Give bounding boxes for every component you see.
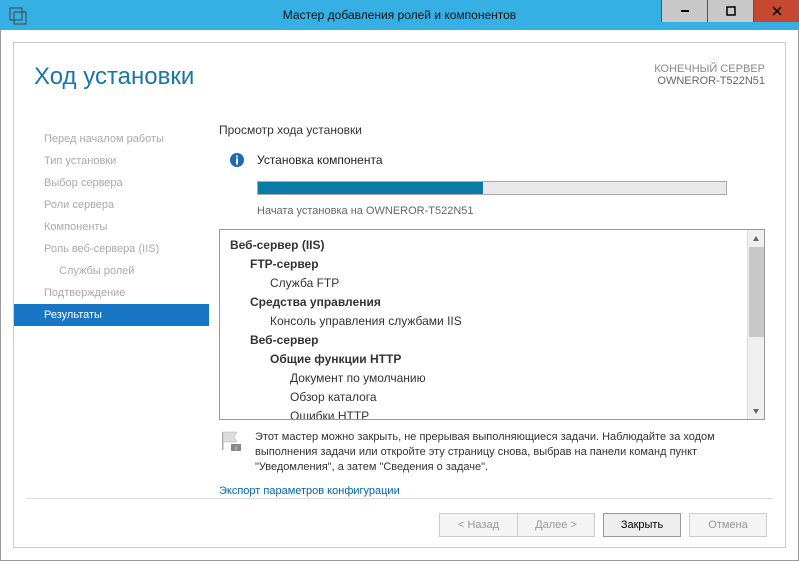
scroll-up-button[interactable] xyxy=(748,230,764,247)
tree-item: Обзор каталога xyxy=(230,388,737,407)
tree-content: Веб-сервер (IIS)FTP-серверСлужба FTPСред… xyxy=(220,230,747,419)
main-panel: Просмотр хода установки Установка компон… xyxy=(209,118,785,497)
window-controls xyxy=(661,0,799,22)
sidebar-item: Тип установки xyxy=(14,150,209,172)
scrollbar[interactable] xyxy=(747,230,764,419)
scroll-thumb[interactable] xyxy=(749,247,764,337)
svg-text:i: i xyxy=(235,446,236,452)
footer-separator xyxy=(26,498,773,499)
content-row: Перед началом работыТип установкиВыбор с… xyxy=(14,118,785,497)
tree-item: Ошибки HTTP xyxy=(230,407,737,419)
sidebar-item: Роль веб-сервера (IIS) xyxy=(14,238,209,260)
server-name: OWNEROR-T522N51 xyxy=(654,75,765,87)
info-icon xyxy=(229,152,245,168)
tree-item: Веб-сервер xyxy=(230,331,737,350)
sidebar-item: Перед началом работы xyxy=(14,128,209,150)
server-label: КОНЕЧНЫЙ СЕРВЕР xyxy=(654,63,765,75)
note-text: Этот мастер можно закрыть, не прерывая в… xyxy=(255,430,765,475)
page-title: Ход установки xyxy=(34,63,194,91)
nav-button-pair: < Назад Далее > xyxy=(439,513,595,537)
progress-text: Начата установка на OWNEROR-T522N51 xyxy=(257,205,765,217)
export-link[interactable]: Экспорт параметров конфигурации xyxy=(219,485,765,497)
close-wizard-button[interactable]: Закрыть xyxy=(603,513,681,537)
tree-item: Общие функции HTTP xyxy=(230,350,737,369)
maximize-button[interactable] xyxy=(707,0,753,22)
cancel-button[interactable]: Отмена xyxy=(689,513,767,537)
status-row: Установка компонента xyxy=(219,152,765,168)
sidebar-item: Роли сервера xyxy=(14,194,209,216)
sidebar: Перед началом работыТип установкиВыбор с… xyxy=(14,118,209,497)
section-title: Просмотр хода установки xyxy=(219,123,765,137)
footer: < Назад Далее > Закрыть Отмена xyxy=(439,513,767,537)
note-row: i Этот мастер можно закрыть, не прерывая… xyxy=(219,430,765,475)
wizard-body: Ход установки КОНЕЧНЫЙ СЕРВЕР OWNEROR-T5… xyxy=(0,30,799,561)
minimize-button[interactable] xyxy=(661,0,707,22)
sidebar-item: Компоненты xyxy=(14,216,209,238)
sidebar-item: Службы ролей xyxy=(14,260,209,282)
tree-item: Документ по умолчанию xyxy=(230,369,737,388)
back-button[interactable]: < Назад xyxy=(439,513,517,537)
tree-item: FTP-сервер xyxy=(230,255,737,274)
progress-fill xyxy=(258,182,483,194)
header-row: Ход установки КОНЕЧНЫЙ СЕРВЕР OWNEROR-T5… xyxy=(14,43,785,106)
server-info: КОНЕЧНЫЙ СЕРВЕР OWNEROR-T522N51 xyxy=(654,63,765,87)
close-button[interactable] xyxy=(753,0,799,22)
scroll-down-button[interactable] xyxy=(748,402,764,419)
tree-item: Служба FTP xyxy=(230,274,737,293)
sidebar-item[interactable]: Результаты xyxy=(14,304,209,326)
sidebar-item: Подтверждение xyxy=(14,282,209,304)
inner-panel: Ход установки КОНЕЧНЫЙ СЕРВЕР OWNEROR-T5… xyxy=(13,42,786,548)
feature-tree: Веб-сервер (IIS)FTP-серверСлужба FTPСред… xyxy=(219,229,765,420)
sidebar-item: Выбор сервера xyxy=(14,172,209,194)
status-text: Установка компонента xyxy=(257,153,383,167)
next-button[interactable]: Далее > xyxy=(517,513,595,537)
tree-item: Веб-сервер (IIS) xyxy=(230,236,737,255)
titlebar: Мастер добавления ролей и компонентов xyxy=(0,0,799,30)
flag-icon: i xyxy=(219,430,247,452)
progress-bar xyxy=(257,181,727,195)
tree-item: Средства управления xyxy=(230,293,737,312)
tree-item: Консоль управления службами IIS xyxy=(230,312,737,331)
